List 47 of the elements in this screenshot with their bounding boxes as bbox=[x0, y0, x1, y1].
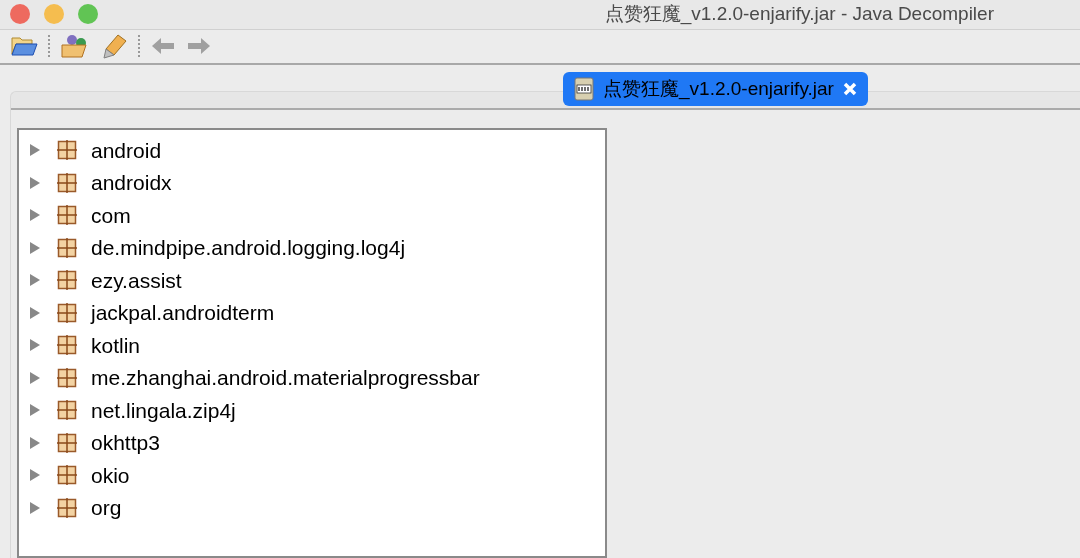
forward-arrow-icon[interactable] bbox=[186, 36, 212, 57]
package-icon bbox=[57, 400, 77, 421]
package-icon bbox=[57, 140, 77, 161]
package-name[interactable]: kotlin bbox=[91, 329, 141, 361]
package-icon bbox=[57, 432, 77, 453]
package-icon bbox=[57, 270, 77, 291]
package-icon bbox=[57, 465, 77, 486]
package-name[interactable]: com bbox=[91, 199, 131, 231]
pen-icon[interactable] bbox=[100, 33, 128, 60]
package-icon bbox=[57, 497, 77, 518]
package-name[interactable]: ezy.assist bbox=[91, 264, 182, 296]
expand-triangle-icon[interactable] bbox=[29, 436, 41, 449]
close-icon[interactable] bbox=[841, 81, 858, 97]
jar-file-icon bbox=[573, 77, 595, 101]
expand-triangle-icon[interactable] bbox=[29, 469, 41, 482]
maximize-button[interactable] bbox=[78, 4, 98, 25]
package-name[interactable]: okio bbox=[91, 459, 130, 491]
expand-triangle-icon[interactable] bbox=[29, 144, 41, 157]
package-name[interactable]: androidx bbox=[91, 167, 172, 199]
package-icon bbox=[57, 335, 77, 356]
expand-triangle-icon[interactable] bbox=[29, 339, 41, 352]
expand-triangle-icon[interactable] bbox=[29, 241, 41, 254]
package-name[interactable]: net.lingala.zip4j bbox=[91, 394, 236, 426]
package-icon bbox=[57, 302, 77, 323]
expand-triangle-icon[interactable] bbox=[29, 176, 41, 189]
package-name[interactable]: me.zhanghai.android.materialprogressbar bbox=[91, 362, 480, 394]
folder-globe-icon[interactable] bbox=[60, 33, 90, 60]
package-icon bbox=[57, 367, 77, 388]
open-folder-icon[interactable] bbox=[10, 34, 38, 59]
expand-triangle-icon[interactable] bbox=[29, 274, 41, 287]
expand-triangle-icon[interactable] bbox=[29, 371, 41, 384]
package-name[interactable]: jackpal.androidterm bbox=[91, 297, 275, 329]
package-name[interactable]: org bbox=[91, 492, 122, 524]
expand-triangle-icon[interactable] bbox=[29, 209, 41, 222]
expand-triangle-icon[interactable] bbox=[29, 306, 41, 319]
package-name[interactable]: android bbox=[91, 134, 162, 166]
back-arrow-icon[interactable] bbox=[150, 36, 176, 57]
package-name[interactable]: de.mindpipe.android.logging.log4j bbox=[91, 232, 406, 264]
close-button[interactable] bbox=[10, 4, 30, 25]
package-icon bbox=[57, 237, 77, 258]
package-icon bbox=[57, 172, 77, 193]
package-icon bbox=[57, 205, 77, 226]
file-tab[interactable]: 点赞狂魔_v1.2.0-enjarify.jar bbox=[563, 72, 868, 106]
window-title: 点赞狂魔_v1.2.0-enjarify.jar - Java Decompiler bbox=[604, 2, 994, 27]
package-name[interactable]: okhttp3 bbox=[91, 427, 160, 459]
expand-triangle-icon[interactable] bbox=[29, 501, 41, 514]
expand-triangle-icon[interactable] bbox=[29, 404, 41, 417]
